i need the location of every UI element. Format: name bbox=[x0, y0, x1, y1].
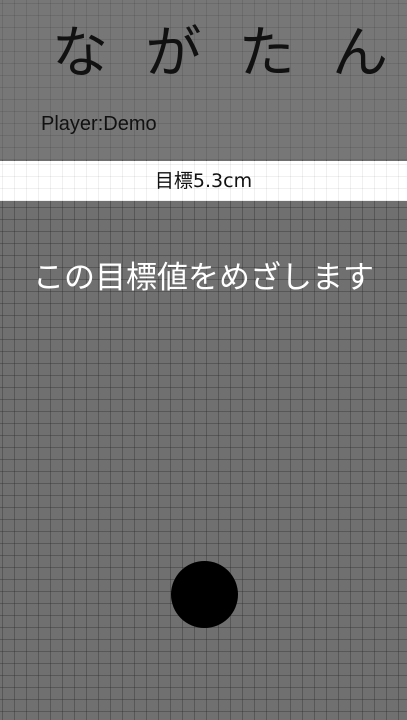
header: な が た ん Player:Demo bbox=[0, 0, 407, 160]
target-message: この目標値をめざします bbox=[33, 260, 374, 296]
target-text: 目標5.3cm bbox=[154, 170, 253, 192]
player-label: Player:Demo bbox=[41, 113, 157, 135]
app-title-char: な bbox=[52, 21, 108, 86]
app-title-char: ん bbox=[331, 21, 388, 86]
app-title-char: が bbox=[145, 21, 202, 86]
ball[interactable] bbox=[171, 561, 238, 628]
app-title-char: た bbox=[238, 21, 295, 86]
app-title: な が た ん bbox=[40, 14, 400, 94]
target-banner: 目標5.3cm bbox=[0, 161, 407, 201]
